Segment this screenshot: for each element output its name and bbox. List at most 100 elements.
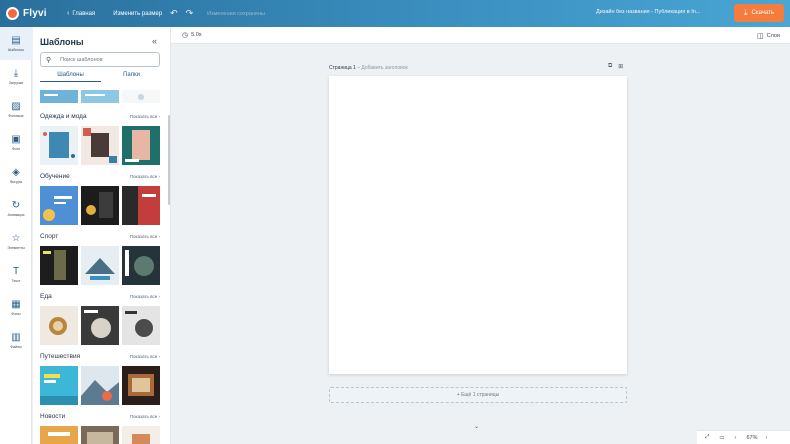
template-thumbnail[interactable] <box>122 246 160 285</box>
chevron-down-icon[interactable]: ⌄ <box>474 423 479 430</box>
design-canvas[interactable] <box>329 76 627 374</box>
template-thumbnail[interactable] <box>122 126 160 165</box>
template-thumbnail[interactable] <box>40 306 78 345</box>
zoom-value[interactable]: 67% <box>746 435 757 441</box>
panel-scrollbar[interactable] <box>168 115 170 205</box>
undo-icon[interactable]: ↶ <box>170 8 178 19</box>
rail-item[interactable]: ▦ Фоны <box>0 291 32 324</box>
category-name: Обучение <box>40 173 70 180</box>
tab-folders[interactable]: Папки <box>101 70 162 82</box>
show-all-link[interactable]: Показать все › <box>130 354 160 359</box>
tab-templates[interactable]: Шаблоны <box>40 70 101 82</box>
add-page-title[interactable]: Добавить заголовок <box>361 65 407 71</box>
home-link[interactable]: ‹ Главная <box>67 10 95 17</box>
category-header: Спорт Показать все › <box>40 233 160 240</box>
clock-icon: ◷ <box>182 32 189 39</box>
save-status: Изменения сохранены <box>207 10 265 17</box>
template-thumbnail[interactable] <box>40 426 78 444</box>
template-thumbnail[interactable] <box>122 426 160 444</box>
rail-item[interactable]: ▤ Шаблоны <box>0 27 32 60</box>
search-input[interactable] <box>60 56 151 63</box>
template-thumbnail[interactable] <box>122 366 160 405</box>
add-page-button[interactable]: + Ещё 1 страницы <box>329 387 627 403</box>
rail-item[interactable]: ☆ Элементы <box>0 225 32 258</box>
template-thumbnail[interactable] <box>122 306 160 345</box>
template-thumbnail[interactable] <box>122 186 160 225</box>
rail-item-label: Элементы <box>7 246 25 250</box>
show-all-link[interactable]: Показать все › <box>130 414 160 419</box>
page-label: Страница 1 <box>329 65 356 71</box>
category-thumbs <box>40 126 160 165</box>
template-thumbnail[interactable] <box>81 126 119 165</box>
category-thumbs <box>40 246 160 285</box>
show-all-link[interactable]: Показать все › <box>130 234 160 239</box>
category-header: Одежда и мода Показать все › <box>40 113 160 120</box>
template-thumbnail[interactable] <box>40 366 78 405</box>
redo-icon[interactable]: ↷ <box>186 8 194 19</box>
upload-icon: ⤓ <box>13 68 19 79</box>
template-thumbnail[interactable] <box>40 126 78 165</box>
template-search[interactable]: ⚲ <box>40 52 160 67</box>
download-button[interactable]: ⤓ Скачать <box>734 4 784 22</box>
download-icon: ⤓ <box>743 8 748 17</box>
rail-item[interactable]: ▥ Файлы <box>0 324 32 357</box>
duration-value: 5.0s <box>191 32 202 38</box>
show-all-link[interactable]: Показать все › <box>130 114 160 119</box>
template-thumbnail[interactable] <box>40 186 78 225</box>
templates-icon: ▤ <box>11 35 21 46</box>
fit-icon[interactable]: ▭ <box>719 435 724 441</box>
rail-item-label: Фото <box>11 147 21 151</box>
category-thumbs <box>40 186 160 225</box>
download-label: Скачать <box>751 10 775 16</box>
logo[interactable]: Flyvi <box>6 7 58 20</box>
category-name: Еда <box>40 293 52 300</box>
show-all-link[interactable]: Показать все › <box>130 174 160 179</box>
rail-item[interactable]: ⤓ Загрузки <box>0 60 32 93</box>
zoom-bar: ⤢ ▭ ‹ 67% › <box>697 430 790 444</box>
template-thumbnail[interactable] <box>81 246 119 285</box>
photo-icon: ▣ <box>11 134 21 145</box>
rail-item[interactable]: ▣ Фото <box>0 126 32 159</box>
page-header: Страница 1 – Добавить заголовок <box>329 65 408 71</box>
text-icon: T <box>12 266 20 277</box>
template-thumbnail[interactable] <box>40 246 78 285</box>
rail-item-label: Загрузки <box>8 81 24 85</box>
tool-rail: ▤ Шаблоны ⤓ Загрузки ▨ Фоновые ▣ Фото ◈ Фигуры ↻ Ан… <box>0 27 32 444</box>
rail-item[interactable]: ▨ Фоновые <box>0 93 32 126</box>
category-header: Путешествия Показать все › <box>40 353 160 360</box>
rail-item-label: Фигуры <box>9 180 23 184</box>
template-thumbnail[interactable] <box>81 366 119 405</box>
rail-item-label: Фоны <box>11 312 21 316</box>
template-thumbnail[interactable] <box>81 186 119 225</box>
animation-icon: ↻ <box>11 200 21 211</box>
duration-control[interactable]: ◷ 5.0s <box>182 31 202 39</box>
zoom-out-icon[interactable]: ‹ <box>735 435 737 441</box>
canvas-toolbar: ◷ 5.0s ◫ Слои <box>171 27 790 44</box>
zoom-in-icon[interactable]: › <box>765 435 767 441</box>
templates-panel: Шаблоны « ⚲ Шаблоны Папки Одежда и мода … <box>33 27 171 444</box>
template-thumbnail[interactable] <box>81 426 119 444</box>
rail-item[interactable]: ◈ Фигуры <box>0 159 32 192</box>
elements-icon: ☆ <box>11 233 21 244</box>
rail-item-label: Фоновые <box>8 114 24 118</box>
document-title[interactable]: Дизайн без названия - Публикация в In... <box>596 9 720 15</box>
show-all-link[interactable]: Показать все › <box>130 294 160 299</box>
shapes-icon: ◈ <box>12 167 20 178</box>
category-header: Еда Показать все › <box>40 293 160 300</box>
rail-item[interactable]: T Текст <box>0 258 32 291</box>
fullscreen-icon[interactable]: ⤢ <box>705 434 709 441</box>
template-strip[interactable] <box>40 90 160 103</box>
layers-label: Слои <box>766 33 780 39</box>
panel-title: Шаблоны <box>40 37 84 47</box>
add-page-icon[interactable]: ⊞ <box>618 63 623 70</box>
duplicate-page-icon[interactable]: ⧉ <box>608 63 612 70</box>
template-thumbnail[interactable] <box>81 306 119 345</box>
template-strip-preview <box>40 90 160 103</box>
rail-item[interactable]: ↻ Анимация <box>0 192 32 225</box>
category-name: Спорт <box>40 233 59 240</box>
collapse-panel-icon[interactable]: « <box>152 36 157 46</box>
resize-button[interactable]: Изменить размер <box>113 11 162 17</box>
category-header: Обучение Показать все › <box>40 173 160 180</box>
panel-tabs: Шаблоны Папки <box>40 70 162 82</box>
layers-button[interactable]: ◫ Слои <box>757 32 780 40</box>
